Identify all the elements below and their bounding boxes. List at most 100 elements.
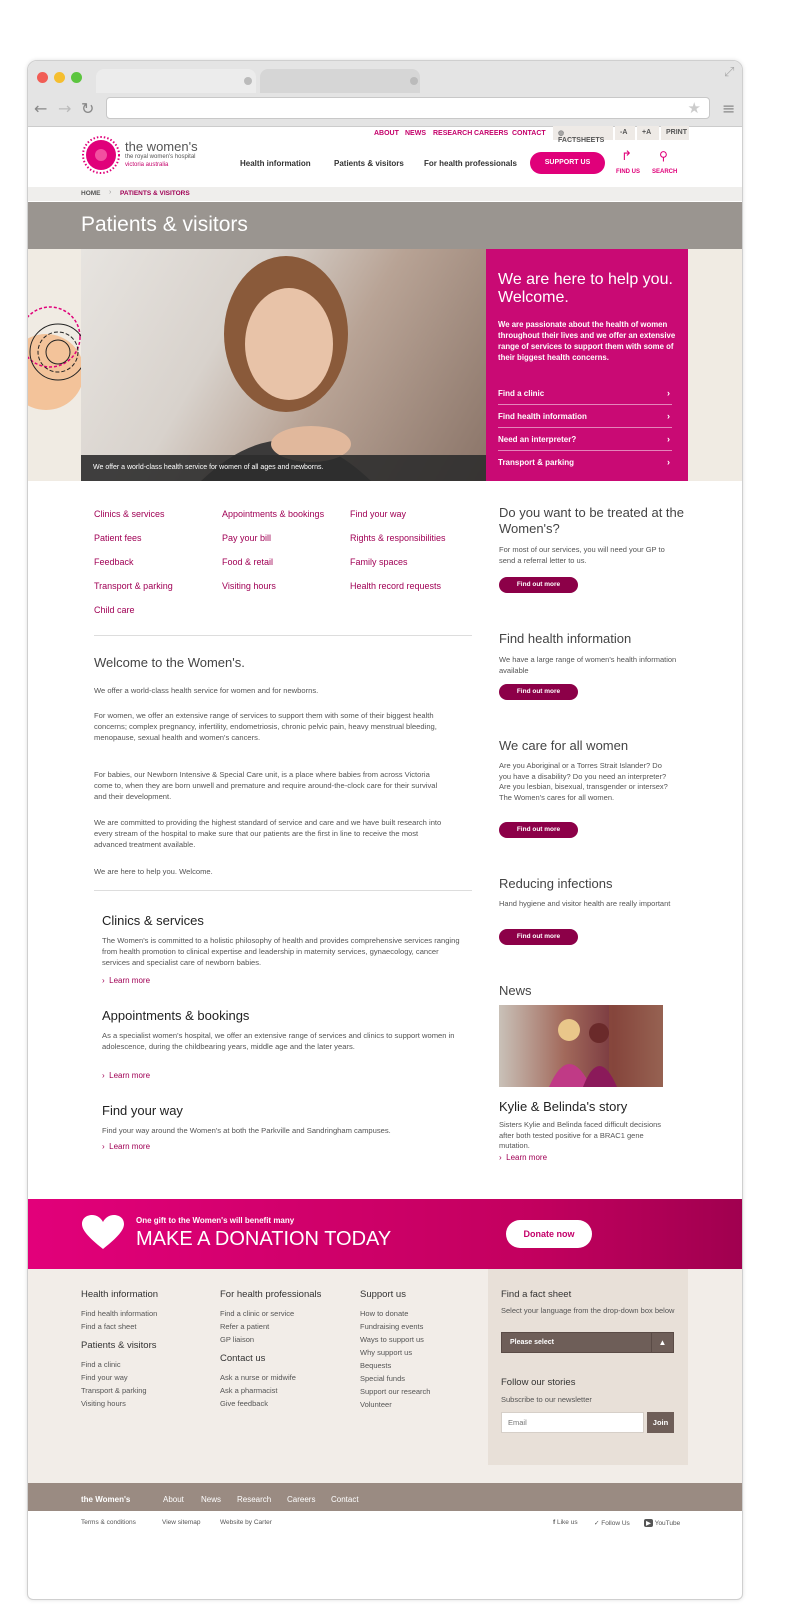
quick-link-patient-fees[interactable]: Patient fees	[94, 533, 142, 543]
panel-link-find-health-info[interactable]: Find health information ›	[498, 406, 672, 428]
welcome-paragraph-1: We offer a world-class health service fo…	[94, 686, 319, 695]
find-out-more-button[interactable]: Find out more	[499, 684, 578, 700]
footer-link[interactable]: Find a fact sheet	[81, 1322, 136, 1331]
nav-health-information[interactable]: Health information	[240, 159, 311, 168]
email-input[interactable]	[501, 1412, 644, 1433]
bottom-link-contact[interactable]: Contact	[331, 1495, 359, 1504]
util-link-careers[interactable]: CAREERS	[474, 130, 508, 137]
menu-icon[interactable]: ≡	[722, 99, 735, 118]
footer-link[interactable]: Volunteer	[360, 1400, 392, 1409]
sitemap-link[interactable]: View sitemap	[162, 1519, 201, 1526]
support-us-button[interactable]: SUPPORT US	[530, 152, 605, 174]
nav-health-professionals[interactable]: For health professionals	[424, 159, 517, 168]
tab-close-icon[interactable]	[410, 77, 418, 85]
bottom-link-about[interactable]: About	[163, 1495, 184, 1504]
panel-link-transport[interactable]: Transport & parking ›	[498, 452, 672, 474]
news-story-title[interactable]: Kylie & Belinda's story	[499, 1099, 627, 1114]
footer-link[interactable]: Give feedback	[220, 1399, 268, 1408]
learn-more-appointments[interactable]: › Learn more	[102, 1071, 150, 1080]
website-by-link[interactable]: Website by Carter	[220, 1519, 272, 1526]
bottom-link-research[interactable]: Research	[237, 1495, 271, 1504]
footer-link[interactable]: Find a clinic	[81, 1360, 121, 1369]
footer-link[interactable]: Bequests	[360, 1361, 391, 1370]
footer-link[interactable]: Fundraising events	[360, 1322, 423, 1331]
font-decrease-button[interactable]: -A	[615, 126, 635, 140]
footer-link[interactable]: Find a clinic or service	[220, 1309, 294, 1318]
find-out-more-button[interactable]: Find out more	[499, 577, 578, 593]
minimize-window-button[interactable]	[54, 72, 65, 83]
util-link-contact[interactable]: CONTACT	[512, 130, 546, 137]
quick-link-rights[interactable]: Rights & responsibilities	[350, 533, 446, 543]
footer-link[interactable]: GP liaison	[220, 1335, 254, 1344]
footer-link[interactable]: Support our research	[360, 1387, 430, 1396]
address-bar[interactable]: ★	[106, 97, 710, 119]
forward-arrow-icon[interactable]: →	[58, 99, 71, 118]
fullscreen-icon[interactable]: ⤢	[724, 65, 734, 80]
find-us-label[interactable]: FIND US	[616, 169, 640, 175]
footer-link[interactable]: Ask a nurse or midwife	[220, 1373, 296, 1382]
factsheets-link[interactable]: ◍ FACTSHEETS	[553, 126, 613, 144]
footer-link[interactable]: How to donate	[360, 1309, 408, 1318]
quick-link-feedback[interactable]: Feedback	[94, 557, 134, 567]
bottom-link-news[interactable]: News	[201, 1495, 221, 1504]
find-out-more-button[interactable]: Find out more	[499, 822, 578, 838]
footer-link[interactable]: Find your way	[81, 1373, 128, 1382]
bottom-brand[interactable]: the Women's	[81, 1495, 130, 1504]
find-out-more-button[interactable]: Find out more	[499, 929, 578, 945]
tab-close-icon[interactable]	[244, 77, 252, 85]
language-select[interactable]: Please select ▲	[501, 1332, 674, 1353]
logo-title[interactable]: the women's	[125, 139, 198, 154]
join-button[interactable]: Join	[647, 1412, 674, 1433]
quick-link-appointments[interactable]: Appointments & bookings	[222, 509, 324, 519]
footer-link[interactable]: Refer a patient	[220, 1322, 269, 1331]
quick-link-pay-bill[interactable]: Pay your bill	[222, 533, 271, 543]
twitter-link[interactable]: ✓ Follow Us	[594, 1519, 630, 1527]
util-link-news[interactable]: NEWS	[405, 130, 426, 137]
quick-link-health-records[interactable]: Health record requests	[350, 581, 441, 591]
news-learn-more[interactable]: › Learn more	[499, 1153, 547, 1162]
maximize-window-button[interactable]	[71, 72, 82, 83]
print-button[interactable]: PRINT	[661, 126, 689, 140]
quick-link-child-care[interactable]: Child care	[94, 605, 135, 615]
search-icon[interactable]: ⚲	[659, 149, 668, 163]
footer-link[interactable]: Ask a pharmacist	[220, 1386, 278, 1395]
quick-link-family-spaces[interactable]: Family spaces	[350, 557, 408, 567]
bottom-link-careers[interactable]: Careers	[287, 1495, 315, 1504]
learn-more-clinics[interactable]: › Learn more	[102, 976, 150, 985]
learn-more-find-way[interactable]: › Learn more	[102, 1142, 150, 1151]
chevron-up-icon[interactable]: ▲	[651, 1333, 673, 1352]
facebook-link[interactable]: f Like us	[553, 1519, 578, 1526]
panel-link-find-clinic[interactable]: Find a clinic ›	[498, 383, 672, 405]
footer-link[interactable]: Transport & parking	[81, 1386, 147, 1395]
quick-link-clinics[interactable]: Clinics & services	[94, 509, 165, 519]
footer-link[interactable]: Ways to support us	[360, 1335, 424, 1344]
footer-link[interactable]: Why support us	[360, 1348, 412, 1357]
breadcrumb-home[interactable]: HOME	[81, 190, 101, 197]
browser-tab-active[interactable]	[96, 69, 256, 93]
footer-link[interactable]: Special funds	[360, 1374, 405, 1383]
footer-link[interactable]: Visiting hours	[81, 1399, 126, 1408]
panel-link-interpreter[interactable]: Need an interpreter? ›	[498, 429, 672, 451]
terms-link[interactable]: Terms & conditions	[81, 1519, 136, 1526]
find-us-icon[interactable]: ↱	[621, 149, 632, 164]
font-increase-button[interactable]: +A	[637, 126, 659, 140]
quick-link-transport[interactable]: Transport & parking	[94, 581, 173, 591]
util-link-about[interactable]: ABOUT	[374, 130, 399, 137]
page-title-band: Patients & visitors	[28, 202, 742, 249]
news-image[interactable]	[499, 1005, 663, 1087]
reload-icon[interactable]: ↻	[81, 99, 94, 118]
donate-now-button[interactable]: Donate now	[506, 1220, 592, 1248]
search-label[interactable]: SEARCH	[652, 169, 677, 175]
youtube-link[interactable]: ▶ YouTube	[644, 1519, 680, 1527]
quick-link-find-way[interactable]: Find your way	[350, 509, 406, 519]
browser-tab[interactable]	[260, 69, 420, 93]
nav-patients-visitors[interactable]: Patients & visitors	[334, 159, 404, 168]
bookmark-star-icon[interactable]: ★	[688, 99, 701, 117]
footer-link[interactable]: Find health information	[81, 1309, 157, 1318]
quick-link-food-retail[interactable]: Food & retail	[222, 557, 273, 567]
close-window-button[interactable]	[37, 72, 48, 83]
back-arrow-icon[interactable]: ←	[34, 99, 47, 118]
quick-link-visiting-hours[interactable]: Visiting hours	[222, 581, 276, 591]
logo-mark-icon[interactable]	[81, 135, 121, 175]
util-link-research[interactable]: RESEARCH	[433, 130, 472, 137]
